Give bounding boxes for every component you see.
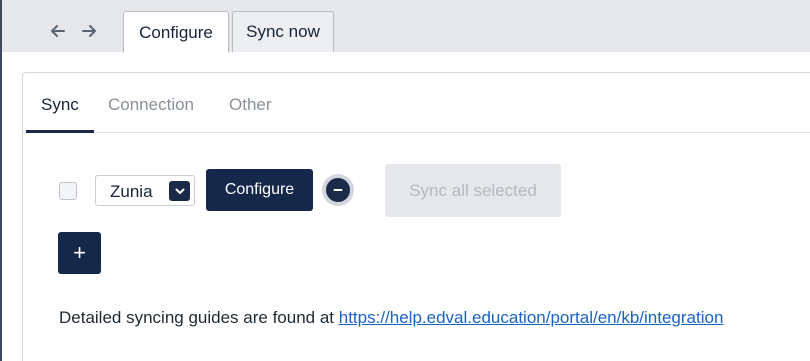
arrow-right-icon[interactable]: [78, 20, 100, 42]
tab-configure[interactable]: Configure: [123, 11, 229, 53]
configure-button[interactable]: Configure: [206, 169, 313, 211]
provider-select-value: Zunia: [110, 182, 153, 201]
sync-guide-text: Detailed syncing guides are found at htt…: [59, 308, 723, 328]
active-subtab-indicator: [26, 130, 94, 133]
window-left-edge: [0, 0, 2, 361]
tab-sync-now-label: Sync now: [246, 22, 320, 41]
tab-sync-now[interactable]: Sync now: [232, 11, 334, 52]
arrow-left-icon[interactable]: [47, 20, 69, 42]
minus-circle-icon: [326, 178, 350, 202]
configure-button-label: Configure: [224, 181, 295, 198]
tab-configure-label: Configure: [139, 22, 213, 42]
subtab-other[interactable]: Other: [229, 95, 272, 115]
subtab-bar: Sync Connection Other: [23, 73, 810, 133]
provider-select[interactable]: Zunia: [95, 175, 195, 206]
chevron-down-icon: [169, 181, 190, 201]
subtab-connection[interactable]: Connection: [108, 95, 194, 115]
sync-guide-prefix: Detailed syncing guides are found at: [59, 308, 339, 327]
add-sync-label: +: [73, 240, 86, 265]
sync-all-selected-label: Sync all selected: [409, 180, 537, 200]
add-sync-button[interactable]: +: [58, 232, 101, 274]
subtab-sync[interactable]: Sync: [41, 95, 79, 115]
sync-all-selected-button[interactable]: Sync all selected: [385, 164, 561, 217]
sync-guide-link[interactable]: https://help.edval.education/portal/en/k…: [339, 308, 724, 327]
sync-select-checkbox[interactable]: [59, 182, 77, 200]
remove-sync-button[interactable]: [322, 174, 354, 206]
